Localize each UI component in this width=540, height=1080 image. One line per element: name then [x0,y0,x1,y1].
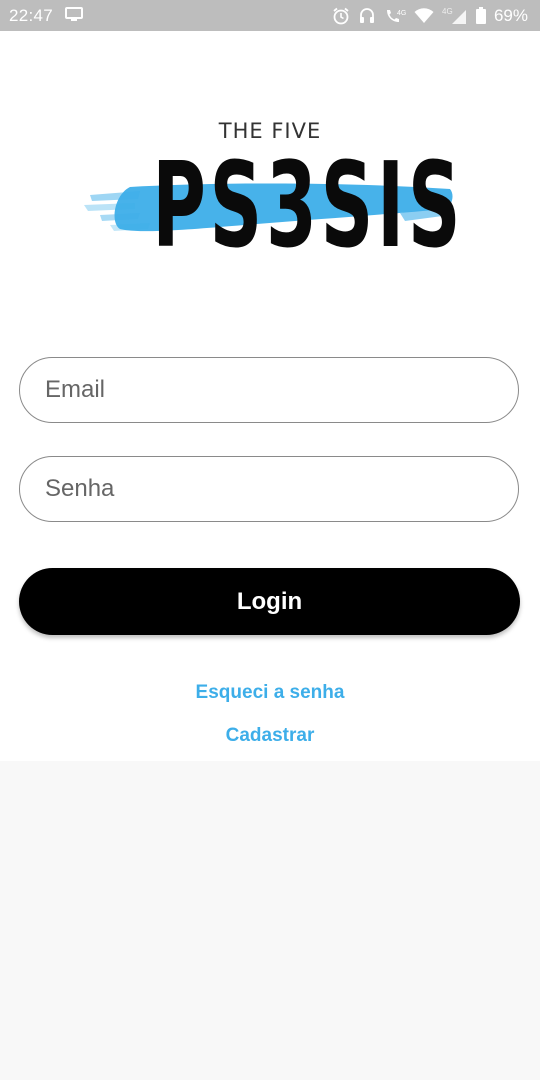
network-label-2: 4G [442,7,453,16]
screen-cast-icon [65,6,84,26]
battery-icon [475,7,486,24]
cellular-signal-icon: 4G [442,7,468,25]
login-button-label: Login [236,587,303,615]
forgot-password-link[interactable]: Esqueci a senha [0,682,540,704]
status-time: 22:47 [9,5,54,25]
wifi-icon [414,7,434,24]
alarm-icon [332,7,350,25]
network-label: 4G [397,10,406,17]
login-screen: THE FIVE PS3SIS Login Esqueci a senha Ca… [0,31,540,761]
login-button[interactable]: Login [19,568,520,635]
password-input[interactable] [20,457,518,521]
app-logo: THE FIVE PS3SIS [80,115,465,285]
register-link[interactable]: Cadastrar [0,725,540,747]
email-input[interactable] [20,358,518,422]
password-field[interactable] [19,456,519,522]
logo-wordmark: PS3SIS [152,136,465,274]
battery-percentage: 69% [493,5,528,25]
headset-icon [358,7,376,25]
status-right: 4G 4G 69% [324,6,540,26]
status-bar: 22:47 4G 4G 69% [0,0,540,31]
status-left: 22:47 [0,5,84,26]
email-field[interactable] [19,357,519,423]
volte-call-icon: 4G [384,7,406,25]
